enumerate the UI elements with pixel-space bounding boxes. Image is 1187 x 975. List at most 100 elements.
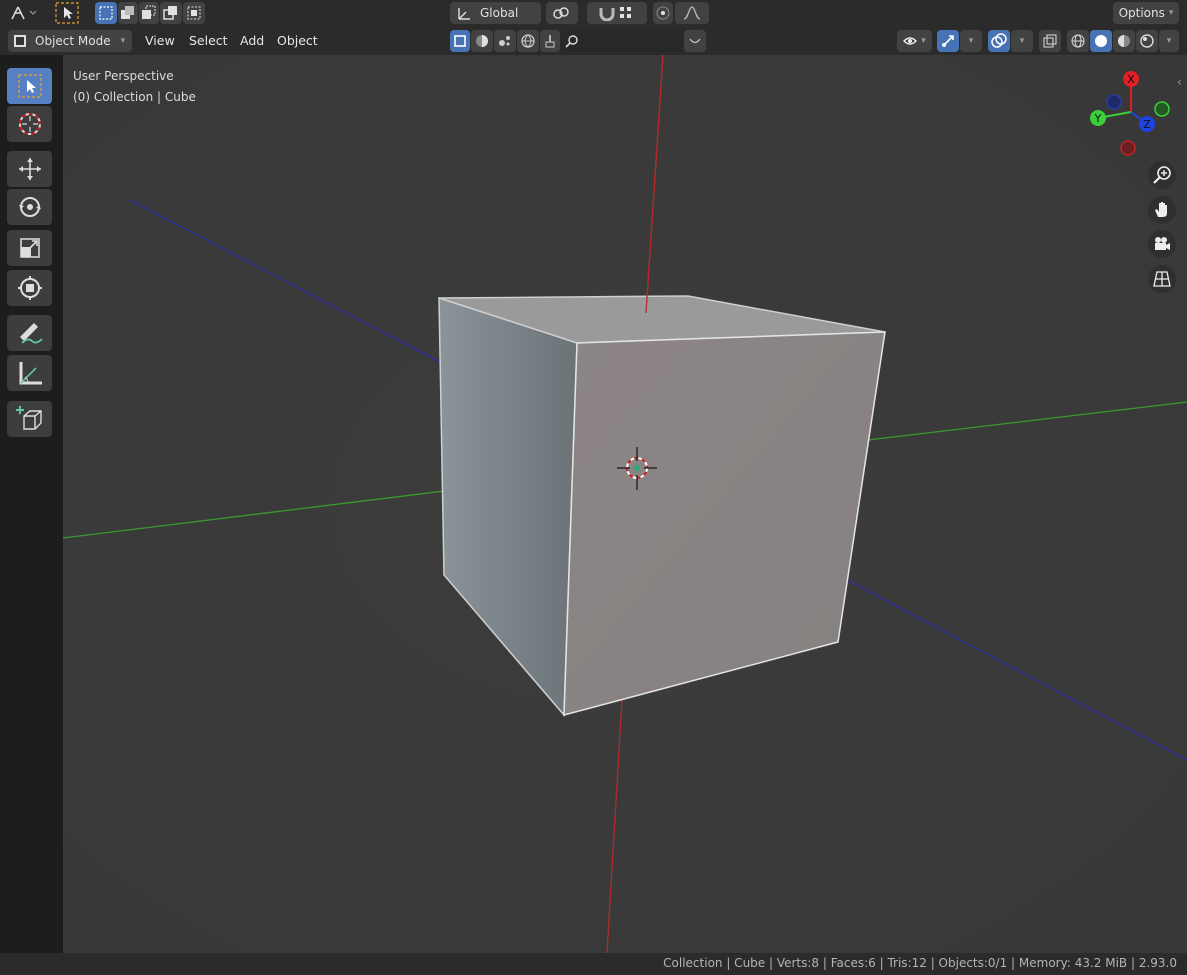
gizmo-dropdown[interactable]: ▾ <box>960 30 982 52</box>
menu-add[interactable]: Add <box>236 31 268 51</box>
tool-measure[interactable] <box>7 355 52 391</box>
chevron-down-icon: ▾ <box>1166 36 1172 46</box>
hand-icon <box>1155 202 1167 217</box>
status-text: Collection | Cube | Verts:8 | Faces:6 | … <box>663 956 1177 970</box>
chevron-down-icon: ▾ <box>921 36 926 46</box>
options-dropdown[interactable]: Options ▾ <box>1113 2 1179 24</box>
solid-sphere-icon <box>1095 35 1107 47</box>
mode-invert-button[interactable] <box>160 2 182 24</box>
zoom-icon <box>1153 166 1171 184</box>
transform-icon <box>17 276 42 300</box>
tool-move[interactable] <box>7 151 52 187</box>
mode-dropdown[interactable]: Object Mode ▾ <box>8 30 132 52</box>
camera-view-button[interactable] <box>1148 230 1176 258</box>
viewport-scene <box>0 55 1187 953</box>
camera-icon <box>1155 237 1170 250</box>
select-invert-icon <box>163 6 177 20</box>
tool-rotate[interactable] <box>7 189 52 225</box>
ortho-toggle-button[interactable] <box>1148 265 1176 293</box>
select-box-icon <box>17 74 42 98</box>
cursor-icon <box>18 113 41 135</box>
tool-transform[interactable] <box>7 270 52 306</box>
select-tool-button[interactable] <box>54 2 80 24</box>
xray-icon <box>1043 34 1057 48</box>
overlays-dropdown[interactable]: ▾ <box>1011 30 1033 52</box>
mode-intersect-button[interactable] <box>183 2 205 24</box>
shading-rendered-button[interactable] <box>1136 30 1158 52</box>
chevron-down-icon: ▾ <box>120 36 126 46</box>
menu-view[interactable]: View <box>141 31 179 51</box>
mesh-icon <box>454 35 466 47</box>
grid-perspective-icon <box>1153 271 1171 287</box>
transform-orientation-dropdown[interactable]: Global <box>450 2 541 24</box>
overlays-toggle-button[interactable] <box>988 30 1010 52</box>
3d-viewport-icon <box>11 6 37 20</box>
pan-button[interactable] <box>1148 196 1176 224</box>
filter-mesh-button[interactable] <box>450 30 470 52</box>
add-cube-icon <box>15 406 42 430</box>
pivot-icon <box>553 7 569 19</box>
tool-add-cube[interactable] <box>7 401 52 437</box>
brush-icon <box>545 35 555 48</box>
gizmo-toggle-button[interactable] <box>937 30 959 52</box>
tool-cursor[interactable] <box>7 106 52 142</box>
editor-type-button[interactable] <box>5 2 41 24</box>
status-bar: Collection | Cube | Verts:8 | Faces:6 | … <box>0 953 1187 975</box>
material-preview-icon <box>1118 35 1130 47</box>
perspective-label: User Perspective <box>73 69 174 83</box>
shading-dropdown[interactable]: ▾ <box>1159 30 1179 52</box>
gizmo-y-label: Y <box>1094 112 1102 125</box>
menu-select[interactable]: Select <box>185 31 232 51</box>
gizmo-x-label: X <box>1127 73 1135 86</box>
tool-shelf <box>0 55 63 953</box>
mode-label: Object Mode <box>35 34 111 48</box>
gizmo-y-negative <box>1154 101 1170 117</box>
cursor-arrow-icon <box>55 2 79 24</box>
zoom-button[interactable] <box>1148 161 1176 189</box>
snap-dropdown[interactable] <box>587 2 647 24</box>
magnet-icon <box>599 8 615 21</box>
orientation-icon <box>458 8 470 20</box>
pivot-point-dropdown[interactable] <box>546 2 578 24</box>
navigation-gizmo[interactable]: X Y Z <box>1076 65 1186 175</box>
sidebar-toggle-icon[interactable]: ‹ <box>1177 75 1182 89</box>
select-set-icon <box>99 6 113 20</box>
options-label: Options <box>1118 6 1165 20</box>
shading-solid-button[interactable] <box>1090 30 1112 52</box>
filter-world-button[interactable] <box>517 30 539 52</box>
mode-subtract-button[interactable] <box>139 2 159 24</box>
filter-physics-button[interactable] <box>540 30 560 52</box>
visibility-dropdown[interactable]: ▾ <box>897 30 932 52</box>
tool-annotate[interactable] <box>7 315 52 351</box>
mode-set-button[interactable] <box>95 2 117 24</box>
select-subtract-icon <box>142 5 156 19</box>
material-sphere-icon <box>476 35 488 47</box>
tool-select-box[interactable] <box>7 68 52 104</box>
shading-wireframe-button[interactable] <box>1067 30 1089 52</box>
filter-material-button[interactable] <box>471 30 493 52</box>
select-extend-icon <box>121 6 134 19</box>
search-field[interactable] <box>561 30 683 52</box>
3d-viewport[interactable]: User Perspective (0) Collection | Cube X… <box>0 55 1187 953</box>
gizmo-icon <box>942 35 954 47</box>
filter-dropdown[interactable] <box>684 30 706 52</box>
shading-material-button[interactable] <box>1113 30 1135 52</box>
proportional-edit-button[interactable] <box>653 2 673 24</box>
proportional-edit-icon <box>656 6 670 20</box>
mode-extend-button[interactable] <box>118 2 138 24</box>
menu-object[interactable]: Object <box>273 31 322 51</box>
gizmo-z-negative <box>1106 94 1122 110</box>
filter-particles-button[interactable] <box>494 30 516 52</box>
measure-icon <box>19 362 42 385</box>
tool-scale[interactable] <box>7 230 52 266</box>
gizmo-x-negative <box>1120 140 1136 156</box>
wireframe-sphere-icon <box>1071 34 1085 48</box>
overlays-icon <box>991 33 1007 48</box>
header-row-tools: Global Options ▾ <box>0 0 1187 27</box>
falloff-dropdown[interactable] <box>675 2 709 24</box>
xray-toggle-button[interactable] <box>1039 30 1061 52</box>
snap-increment-icon <box>620 7 631 18</box>
select-intersect-icon <box>187 6 201 20</box>
orientation-label: Global <box>480 6 519 20</box>
particles-icon <box>499 36 510 46</box>
